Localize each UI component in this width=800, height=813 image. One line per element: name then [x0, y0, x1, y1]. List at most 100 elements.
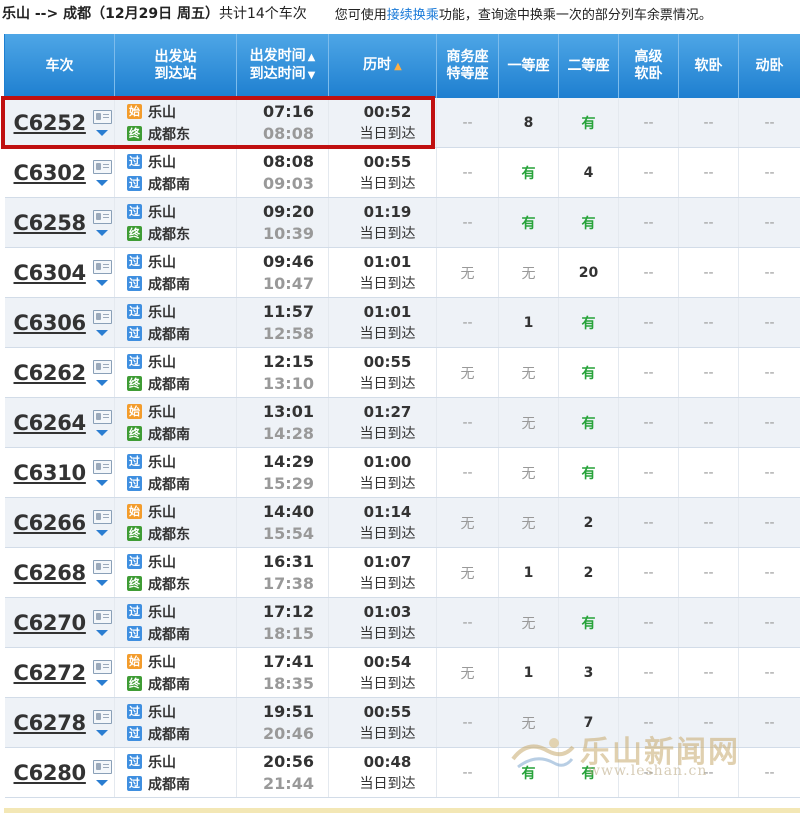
train-no-link[interactable]: C6262 — [14, 361, 87, 385]
table-row[interactable]: C6310 过乐山过成都南 14:29 15:29 01:00 当日到达 -- 无有 -- -- -… — [4, 447, 800, 498]
caret-down-icon[interactable] — [96, 629, 109, 636]
caret-down-icon[interactable] — [96, 379, 109, 386]
business-seat-value: 无 — [460, 515, 475, 532]
stations-cell: 过乐山过成都南 — [114, 597, 237, 648]
caret-down-icon[interactable] — [96, 179, 109, 186]
times-cell: 17:12 18:15 — [236, 597, 329, 648]
train-info-card-icon[interactable] — [92, 709, 112, 724]
senior-soft-sleeper-cell: -- — [618, 247, 679, 298]
table-row[interactable]: C6258 过乐山终成都东 09:20 10:39 01:19 当日到达 -- 有有 -- -- -… — [4, 197, 800, 248]
second-class-value: 有 — [581, 115, 596, 132]
train-info-card-icon[interactable] — [92, 409, 112, 424]
train-info-card-icon[interactable] — [92, 559, 112, 574]
duration-value: 00:55 — [363, 702, 412, 721]
col-duration[interactable]: 历时 ▲ — [328, 34, 437, 98]
table-row[interactable]: C6268 过乐山终成都东 16:31 17:38 01:07 当日到达无 1 2 -- -- -- — [4, 547, 800, 598]
train-info-card-icon[interactable] — [92, 309, 112, 324]
second-class-value: 3 — [583, 664, 594, 681]
table-row[interactable]: C6272 始乐山终成都南 17:41 18:35 00:54 当日到达无 1 3 -- -- -- — [4, 647, 800, 698]
arrival-time: 20:46 — [263, 723, 314, 743]
train-no-link[interactable]: C6278 — [14, 711, 87, 735]
sort-up-icon[interactable]: ▲ — [308, 52, 316, 63]
table-header-row: 车次 出发站 到达站 出发时间 ▲ 到达时间 ▼ 历时 ▲ 商务座 特等座 一等座 二等座 … — [4, 34, 800, 98]
train-no-cell: C6268 — [4, 547, 115, 598]
soft-sleeper-value: -- — [703, 164, 714, 181]
train-no-link[interactable]: C6272 — [14, 661, 87, 685]
moving-sleeper-cell: -- — [738, 697, 800, 748]
train-info-card-icon[interactable] — [92, 509, 112, 524]
sort-up-orange-icon[interactable]: ▲ — [394, 61, 402, 72]
table-row[interactable]: C6302 过乐山过成都南 08:08 09:03 00:55 当日到达 -- 有 4 -- -- -… — [4, 147, 800, 198]
train-info-card-icon[interactable] — [92, 759, 112, 774]
soft-sleeper-value: -- — [703, 464, 714, 481]
second-class-cell: 有 — [558, 447, 619, 498]
train-info-card-icon[interactable] — [92, 359, 112, 374]
train-no-link[interactable]: C6270 — [14, 611, 87, 635]
table-row[interactable]: C6266 始乐山终成都东 14:40 15:54 01:14 当日到达无无 2 -- -- -- — [4, 497, 800, 548]
train-no-link[interactable]: C6264 — [14, 411, 87, 435]
caret-down-icon[interactable] — [96, 429, 109, 436]
to-station: 成都南 — [148, 626, 190, 643]
train-info-card-icon[interactable] — [92, 109, 112, 124]
train-info-card-icon[interactable] — [92, 259, 112, 274]
from-station: 乐山 — [148, 504, 176, 521]
arrival-note: 当日到达 — [359, 175, 416, 192]
train-no-link[interactable]: C6258 — [14, 211, 87, 235]
query-summary-bar: 乐山 --> 成都（12月29日 周五） 共计14个车次 您可使用接续换乘功能，… — [0, 0, 800, 26]
business-seat-cell: 无 — [436, 497, 499, 548]
train-info-card-icon[interactable] — [92, 609, 112, 624]
table-row[interactable]: C6264 始乐山终成都南 13:01 14:28 01:27 当日到达 -- 无有 -- -- -… — [4, 397, 800, 448]
caret-down-icon[interactable] — [96, 229, 109, 236]
transfer-link[interactable]: 接续换乘 — [387, 8, 439, 23]
caret-down-icon[interactable] — [96, 729, 109, 736]
train-no-link[interactable]: C6268 — [14, 561, 87, 585]
caret-down-icon[interactable] — [96, 279, 109, 286]
train-no-link[interactable]: C6252 — [14, 111, 87, 135]
first-class-cell: 1 — [498, 647, 559, 698]
table-row[interactable]: C6252 始乐山终成都东 07:16 08:08 00:52 当日到达 -- 8 有 -- -- -… — [4, 98, 800, 148]
business-seat-cell: -- — [436, 98, 499, 148]
table-row[interactable]: C6306 过乐山过成都南 11:57 12:58 01:01 当日到达 -- 1 有 -- -- -… — [4, 297, 800, 348]
train-no-link[interactable]: C6302 — [14, 161, 87, 185]
sort-down-icon[interactable]: ▼ — [308, 70, 316, 81]
from-station-badge-icon: 过 — [127, 554, 142, 569]
moving-sleeper-value: -- — [764, 514, 775, 531]
train-no-link[interactable]: C6266 — [14, 511, 87, 535]
moving-sleeper-cell: -- — [738, 747, 800, 798]
senior-soft-sleeper-cell: -- — [618, 547, 679, 598]
caret-down-icon[interactable] — [96, 129, 109, 136]
caret-down-icon[interactable] — [96, 679, 109, 686]
arrival-note: 当日到达 — [359, 375, 416, 392]
caret-down-icon[interactable] — [96, 779, 109, 786]
business-seat-cell: 无 — [436, 247, 499, 298]
soft-sleeper-value: -- — [703, 414, 714, 431]
caret-down-icon[interactable] — [96, 479, 109, 486]
train-no-link[interactable]: C6280 — [14, 761, 87, 785]
train-info-card-icon[interactable] — [92, 209, 112, 224]
train-info-card-icon[interactable] — [92, 459, 112, 474]
caret-down-icon[interactable] — [96, 529, 109, 536]
business-seat-value: -- — [462, 414, 473, 431]
col-times[interactable]: 出发时间 ▲ 到达时间 ▼ — [236, 34, 329, 98]
train-no-link[interactable]: C6310 — [14, 461, 87, 485]
table-row[interactable]: C6304 过乐山过成都南 09:46 10:47 01:01 当日到达无无 20 -- -- -… — [4, 247, 800, 298]
train-info-card-icon[interactable] — [92, 659, 112, 674]
caret-down-icon[interactable] — [96, 329, 109, 336]
moving-sleeper-value: -- — [764, 464, 775, 481]
table-row[interactable]: C6270 过乐山过成都南 17:12 18:15 01:03 当日到达 -- 无有 -- -- -… — [4, 597, 800, 648]
table-row[interactable]: C6280 过乐山过成都南 20:56 21:44 00:48 当日到达 -- 有有 -- -- -… — [4, 747, 800, 798]
table-row[interactable]: C6278 过乐山过成都南 19:51 20:46 00:55 当日到达 -- 无 7 -- -- -… — [4, 697, 800, 748]
first-class-cell: 8 — [498, 98, 559, 148]
from-station: 乐山 — [148, 754, 176, 771]
table-row[interactable]: C6262 过乐山终成都南 12:15 13:10 00:55 当日到达无无有 -- -- -- — [4, 347, 800, 398]
train-no-link[interactable]: C6304 — [14, 261, 87, 285]
train-no-link[interactable]: C6306 — [14, 311, 87, 335]
second-class-value: 有 — [581, 465, 596, 482]
caret-down-icon[interactable] — [96, 579, 109, 586]
train-info-card-icon[interactable] — [92, 159, 112, 174]
col-first-class: 一等座 — [498, 34, 559, 98]
from-station: 乐山 — [148, 404, 176, 421]
from-station: 乐山 — [148, 554, 176, 571]
route-title: 乐山 --> 成都（12月29日 周五） — [2, 6, 219, 22]
first-class-value: 无 — [521, 615, 536, 632]
